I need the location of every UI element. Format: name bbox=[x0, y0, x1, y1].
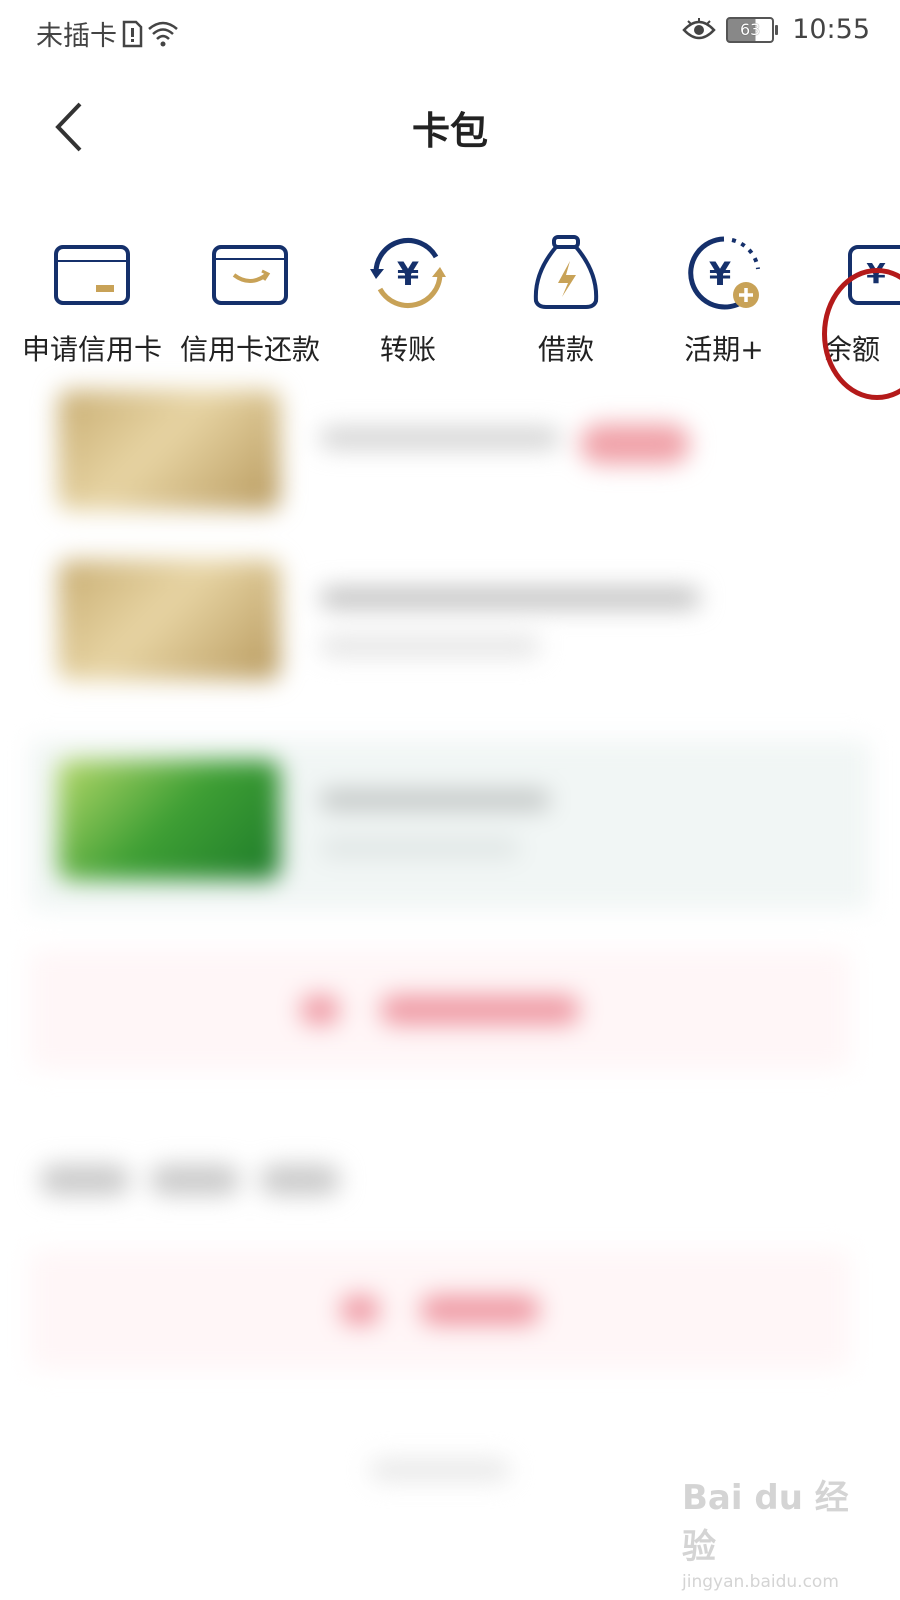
svg-text:¥: ¥ bbox=[397, 255, 419, 293]
card-row bbox=[40, 380, 860, 550]
quick-action-transfer[interactable]: ¥ 转账 bbox=[328, 225, 488, 375]
watermark: Bai du 经验 jingyan.baidu.com bbox=[682, 1470, 872, 1592]
status-bar: 未插卡 63 10:55 bbox=[0, 0, 900, 62]
blurred-line bbox=[340, 1295, 380, 1325]
blurred-line bbox=[370, 1460, 510, 1480]
blurred-line bbox=[320, 838, 520, 858]
sim-alert-icon bbox=[122, 20, 143, 47]
yuan-transfer-icon: ¥ bbox=[370, 238, 446, 308]
blurred-action-row bbox=[30, 950, 850, 1070]
carrier-text: 未插卡 bbox=[36, 21, 117, 52]
quick-action-loan[interactable]: 借款 bbox=[486, 225, 646, 375]
status-right: 63 10:55 bbox=[682, 14, 870, 45]
blurred-badge bbox=[580, 424, 690, 464]
blurred-line bbox=[420, 1295, 540, 1325]
eye-comfort-icon bbox=[682, 17, 716, 39]
blurred-line bbox=[320, 588, 700, 608]
status-left: 未插卡 bbox=[36, 14, 179, 53]
card-row bbox=[40, 550, 860, 720]
blurred-line bbox=[380, 995, 580, 1025]
blurred-line bbox=[260, 1165, 340, 1195]
blurred-content bbox=[0, 380, 900, 1520]
blurred-line bbox=[40, 1165, 130, 1195]
card-thumbnail bbox=[58, 390, 280, 510]
blurred-line bbox=[320, 636, 540, 656]
yuan-plus-icon: ¥ bbox=[688, 236, 760, 310]
watermark-sub: jingyan.baidu.com bbox=[682, 1572, 839, 1592]
svg-text:¥: ¥ bbox=[709, 255, 731, 293]
watermark-main: Bai du 经验 bbox=[682, 1478, 849, 1567]
quick-actions: 申请信用卡 信用卡还款 ¥ 转账 借款 ¥ 活期+ ¥ 余额 bbox=[0, 225, 900, 375]
card-thumbnail bbox=[58, 760, 280, 880]
wifi-icon bbox=[148, 21, 178, 46]
blurred-line bbox=[320, 790, 550, 810]
page-title: 卡包 bbox=[411, 109, 488, 153]
quick-action-apply-credit-card[interactable]: 申请信用卡 bbox=[12, 225, 172, 375]
money-bag-icon bbox=[533, 235, 599, 309]
quick-action-credit-card-repay[interactable]: 信用卡还款 bbox=[170, 225, 330, 375]
quick-action-label: 申请信用卡 bbox=[21, 333, 162, 366]
quick-action-label: 转账 bbox=[379, 333, 436, 366]
nav-bar: 卡包 bbox=[0, 62, 900, 182]
card-row bbox=[40, 750, 860, 920]
quick-action-current-deposit-plus[interactable]: ¥ 活期+ bbox=[644, 225, 804, 375]
credit-card-apply-icon bbox=[54, 245, 130, 305]
credit-card-repay-icon bbox=[212, 245, 288, 305]
blurred-line bbox=[320, 428, 560, 448]
blurred-action-row bbox=[30, 1250, 850, 1370]
blurred-line bbox=[150, 1165, 240, 1195]
quick-action-label: 借款 bbox=[537, 333, 594, 366]
battery-level: 63 bbox=[740, 20, 761, 39]
blurred-line bbox=[300, 995, 340, 1025]
clock: 10:55 bbox=[792, 14, 870, 45]
battery-indicator: 63 bbox=[726, 16, 779, 43]
card-thumbnail bbox=[58, 560, 280, 680]
quick-action-label: 信用卡还款 bbox=[179, 333, 320, 366]
quick-action-label: 活期+ bbox=[684, 333, 764, 366]
